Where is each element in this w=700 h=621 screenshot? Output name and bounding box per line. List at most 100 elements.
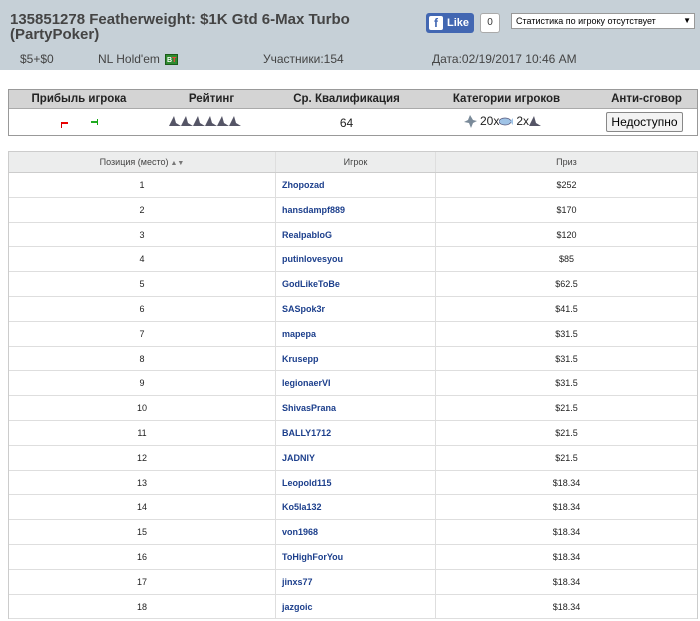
table-row: 16 ToHighForYou $18.34	[9, 544, 697, 570]
dropdown-arrow-icon: ▼	[683, 16, 691, 25]
page-header: 135851278 Featherweight: $1K Gtd 6-Max T…	[0, 0, 700, 70]
facebook-like-widget[interactable]: f Like 0	[426, 13, 501, 33]
table-row: 3 RealpabloG $120	[9, 222, 697, 248]
green-flag-icon	[91, 119, 98, 125]
game-type-label: NL Hold'em	[98, 52, 160, 66]
summary-col-rating: Рейтинг	[188, 93, 235, 105]
player-link[interactable]: GodLikeToBe	[276, 272, 436, 296]
position-cell: 14	[9, 495, 276, 520]
results-rows: 1 Zhopozad $252 2 hansdampf889 $170 3 Realpablo…	[9, 173, 697, 620]
table-row: 6 SASpok3r $41.5	[9, 296, 697, 322]
player-link[interactable]: Ko5la132	[276, 495, 436, 520]
player-link[interactable]: BALLY1712	[276, 420, 436, 445]
table-row: 15 von1968 $18.34	[9, 520, 697, 545]
buyin: $5+$0	[20, 52, 54, 66]
shark-icon	[193, 116, 205, 126]
prize-cell: $85	[558, 254, 575, 265]
prize-cell: $21.5	[555, 452, 578, 463]
shark-icon	[205, 116, 217, 126]
player-link[interactable]: mapepa	[276, 321, 436, 346]
player-link[interactable]: putinlovesyou	[276, 247, 436, 272]
player-stats-select[interactable]: Статистика по игроку отсутствует ▼	[511, 13, 695, 29]
player-link[interactable]: ToHighForYou	[276, 544, 436, 569]
player-link[interactable]: ShivasPrana	[276, 396, 436, 420]
category-b-count: 2x	[516, 114, 530, 128]
player-link[interactable]: JADNIY	[276, 445, 436, 470]
table-row: 5 GodLikeToBe $62.5	[9, 272, 697, 297]
table-row: 9 legionaerVI $31.5	[9, 371, 697, 397]
prize-cell: $252	[556, 180, 577, 190]
table-row: 4 putinlovesyou $85	[9, 247, 697, 273]
table-row: 11 BALLY1712 $21.5	[9, 420, 697, 446]
red-flag-icon	[61, 122, 68, 128]
tournament-title: 135851278 Featherweight: $1K Gtd 6-Max T…	[10, 11, 350, 43]
prize-cell: $18.34	[552, 576, 581, 587]
table-row: 18 jazgoic $18.34	[9, 594, 697, 620]
position-cell: 1	[9, 173, 276, 197]
fish-category-icon	[499, 117, 514, 125]
prize-cell: $62.5	[555, 279, 578, 290]
facebook-like-label: Like	[447, 17, 470, 29]
shark-icon	[529, 115, 542, 126]
bt-badge-icon: BT	[165, 54, 179, 66]
summary-col-profit: Прибыль игрока	[31, 93, 127, 105]
col-player[interactable]: Игрок	[276, 152, 436, 172]
rating-sharks	[169, 114, 241, 132]
avg-qualification-value: 64	[339, 116, 354, 130]
player-link[interactable]: RealpabloG	[276, 222, 436, 247]
player-link[interactable]: jinxs77	[276, 569, 436, 594]
facebook-like-button[interactable]: f Like	[426, 13, 475, 33]
summary-col-avg-qual: Ср. Квалификация	[293, 93, 400, 105]
position-cell: 17	[9, 569, 276, 594]
table-row: 2 hansdampf889 $170	[9, 197, 697, 223]
category-a-count: 20x	[480, 114, 500, 128]
position-cell: 13	[9, 470, 276, 495]
position-cell: 12	[9, 445, 276, 470]
shark-icon	[169, 116, 181, 126]
player-link[interactable]: SASpok3r	[276, 296, 436, 321]
shark-icon	[229, 116, 241, 126]
shark-category-icon	[464, 114, 477, 128]
summary-table: Прибыль игрока Рейтинг Ср. Квалификация …	[8, 89, 698, 136]
position-cell: 18	[9, 594, 276, 619]
player-link[interactable]: hansdampf889	[276, 197, 436, 222]
prize-cell: $31.5	[555, 353, 578, 364]
table-row: 10 ShivasPrana $21.5	[9, 396, 697, 421]
table-row: 13 Leopold115 $18.34	[9, 470, 697, 496]
prize-cell: $21.5	[555, 403, 578, 414]
player-link[interactable]: jazgoic	[276, 594, 436, 619]
player-categories: 20x 2x	[464, 114, 542, 128]
game-type: NL Hold'em BT	[98, 52, 179, 66]
sort-arrows-icon: ▲▼	[170, 160, 185, 167]
player-link[interactable]: Zhopozad	[276, 173, 436, 197]
shark-icon	[217, 116, 229, 126]
position-cell: 9	[9, 371, 276, 396]
prize-cell: $21.5	[555, 427, 578, 438]
position-cell: 10	[9, 396, 276, 420]
col-position[interactable]: Позиция (место) ▲▼	[9, 152, 276, 172]
summary-col-anti-collusion: Анти-сговор	[611, 93, 682, 105]
summary-header: Прибыль игрока Рейтинг Ср. Квалификация …	[9, 90, 697, 109]
prize-cell: $18.34	[552, 601, 581, 612]
table-row: 7 mapepa $31.5	[9, 321, 697, 347]
facebook-like-count: 0	[480, 13, 501, 33]
shark-icon	[181, 116, 193, 126]
position-cell: 11	[9, 420, 276, 445]
player-link[interactable]: von1968	[276, 520, 436, 544]
prize-cell: $18.34	[552, 502, 581, 513]
col-prize[interactable]: Приз	[436, 152, 697, 172]
position-cell: 2	[9, 197, 276, 222]
col-position-label: Позиция (место)	[99, 157, 169, 167]
table-row: 12 JADNIY $21.5	[9, 445, 697, 471]
position-cell: 8	[9, 346, 276, 371]
participants: Участники:154	[263, 52, 344, 66]
player-link[interactable]: legionaerVI	[276, 371, 436, 396]
player-link[interactable]: Krusepp	[276, 346, 436, 371]
player-stats-select-value: Статистика по игроку отсутствует	[516, 16, 656, 26]
anti-collusion-button[interactable]: Недоступно	[606, 112, 683, 132]
facebook-icon: f	[429, 16, 443, 30]
position-cell: 16	[9, 544, 276, 569]
prize-cell: $41.5	[555, 303, 578, 314]
date: Дата:02/19/2017 10:46 AM	[432, 52, 577, 66]
player-link[interactable]: Leopold115	[276, 470, 436, 495]
